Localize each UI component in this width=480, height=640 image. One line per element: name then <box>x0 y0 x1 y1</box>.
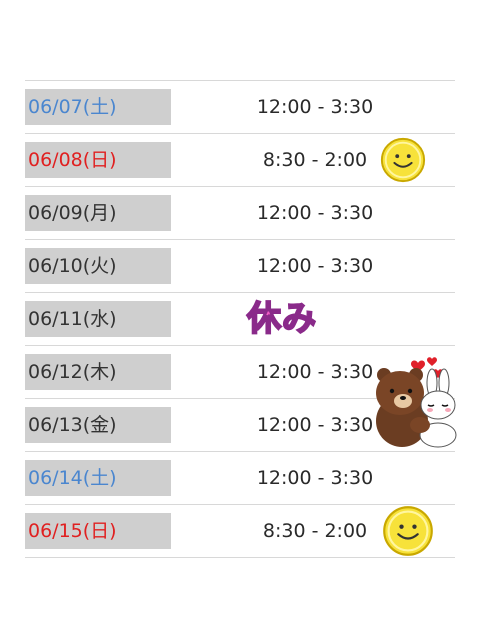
list-item: 06/11(水) 休み <box>25 292 455 345</box>
list-item: 06/14(土) 12:00 - 3:30 <box>25 451 455 504</box>
date-label: 06/14(土) <box>25 460 171 496</box>
date-label: 06/15(日) <box>25 513 171 549</box>
date-label: 06/09(月) <box>25 195 171 231</box>
smiley-icon <box>380 137 426 183</box>
list-item: 06/09(月) 12:00 - 3:30 <box>25 186 455 239</box>
date-label: 06/08(日) <box>25 142 171 178</box>
list-item: 06/10(火) 12:00 - 3:30 <box>25 239 455 292</box>
time-label: 12:00 - 3:30 <box>256 255 374 277</box>
smiley-icon <box>383 506 433 556</box>
holiday-label: 休み <box>246 298 317 340</box>
bear-bunny-hug-sticker <box>376 357 457 448</box>
date-label: 06/11(水) <box>25 301 171 337</box>
schedule-list: 06/07(土) 12:00 - 3:30 06/08(日) 8:30 - 2:… <box>25 80 455 558</box>
time-label: 12:00 - 3:30 <box>256 467 374 489</box>
date-label: 06/12(木) <box>25 354 171 390</box>
time-label: 12:00 - 3:30 <box>256 202 374 224</box>
heart-icon <box>427 357 437 366</box>
list-item: 06/07(土) 12:00 - 3:30 <box>25 80 455 133</box>
date-label: 06/10(火) <box>25 248 171 284</box>
date-label: 06/07(土) <box>25 89 171 125</box>
date-label: 06/13(金) <box>25 407 171 443</box>
time-label: 12:00 - 3:30 <box>256 96 374 118</box>
list-item: 06/08(日) 8:30 - 2:00 <box>25 133 455 186</box>
list-item: 06/15(日) 8:30 - 2:00 <box>25 504 455 558</box>
